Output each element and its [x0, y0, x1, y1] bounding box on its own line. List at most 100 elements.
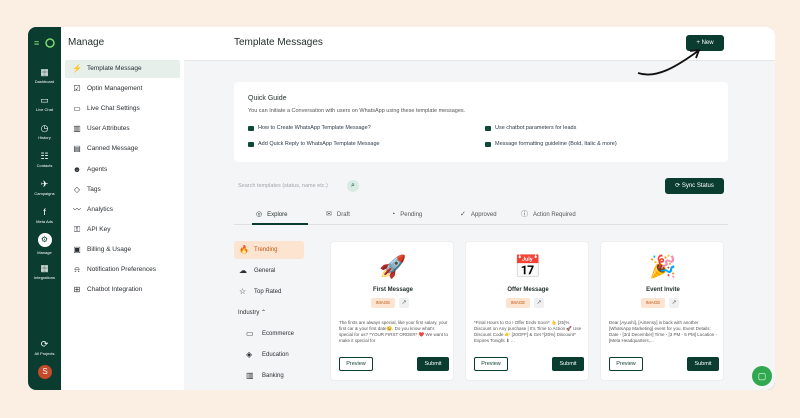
sidebar-item-notifications[interactable]: ⍾ Notification Preferences	[65, 261, 180, 279]
sidebar-title: Manage	[68, 37, 105, 48]
guide-link-create[interactable]: How to Create WhatsApp Template Message?	[248, 125, 371, 132]
type-badge: IMAGE	[371, 298, 395, 308]
sidebar-item-billing[interactable]: ▣ Billing & Usage	[65, 241, 180, 259]
ecommerce-icon: ▭	[246, 329, 254, 338]
preview-button[interactable]: Preview	[339, 357, 373, 371]
support-chat-icon[interactable]: ▢	[752, 366, 772, 386]
submit-button[interactable]: Submit	[687, 357, 719, 371]
sidebar-item-optin[interactable]: ☑ Optin Management	[65, 80, 180, 98]
template-search-input[interactable]: Search templates (status, name etc.)	[234, 178, 364, 194]
fire-icon: 🔥	[239, 245, 249, 254]
billing-icon: ▣	[73, 245, 81, 254]
preview-button[interactable]: Preview	[474, 357, 508, 371]
rail-all-projects[interactable]: ⟳ All Projects	[28, 339, 61, 356]
submit-button[interactable]: Submit	[552, 357, 584, 371]
open-icon[interactable]: ↗	[669, 298, 679, 308]
education-icon: ◈	[246, 350, 253, 359]
sidebar-item-live-chat-settings[interactable]: ▭ Live Chat Settings	[65, 100, 180, 118]
guide-link-formatting[interactable]: Message formatting guideline (Bold, Ital…	[485, 141, 617, 148]
tab-approved[interactable]: ✓ Approved	[460, 205, 497, 225]
card-body: The firsts are always special, like your…	[339, 320, 448, 343]
attributes-icon: ▥	[73, 124, 81, 133]
calendar-icon: 📅	[514, 254, 542, 279]
sidebar-item-canned-message[interactable]: ▤ Canned Message	[65, 140, 180, 158]
guide-link-chatbot-params[interactable]: Use chatbot parameters for leads	[485, 125, 576, 132]
sidebar-item-template-message[interactable]: ⚡ Template Message	[65, 60, 180, 78]
facebook-icon: f	[43, 207, 46, 217]
checkbox-icon: ☑	[73, 84, 81, 93]
search-icon[interactable]: ⌕	[347, 180, 359, 192]
rail-history[interactable]: ◷ History	[28, 123, 61, 140]
campaign-icon: ✈	[40, 179, 49, 189]
canned-icon: ▤	[73, 144, 81, 153]
tab-action-required[interactable]: ⓘ Action Required	[521, 205, 576, 225]
preview-button[interactable]: Preview	[609, 357, 643, 371]
tab-pending[interactable]: ◔ Pending	[391, 205, 422, 225]
tag-icon: ◇	[73, 185, 81, 194]
projects-icon: ⟳	[40, 339, 49, 349]
avatar[interactable]: S	[38, 365, 52, 379]
rail-campaigns[interactable]: ✈ Campaigns	[28, 179, 61, 196]
pending-icon: ◔	[391, 211, 396, 218]
rail-meta-ads[interactable]: f Meta Ads	[28, 207, 61, 224]
rail-dashboard[interactable]: ▦ Dashboard	[28, 67, 61, 84]
star-icon: ☆	[239, 287, 247, 296]
arrow-annotation-icon	[637, 48, 701, 76]
sidebar-item-user-attributes[interactable]: ▥ User Attributes	[65, 120, 180, 138]
bell-icon: ⍾	[74, 265, 80, 274]
event-banner-icon: 🎉	[649, 254, 677, 279]
agents-icon: ☻	[72, 165, 82, 174]
card-body: Dear [Ayushi], [AiSensy] is back with an…	[609, 320, 718, 343]
page-title: Template Messages	[234, 37, 323, 48]
sync-status-button[interactable]: ⟳ Sync Status	[665, 178, 724, 194]
check-icon: ✓	[460, 211, 466, 218]
sidebar-item-chatbot-integration[interactable]: ⊞ Chatbot Integration	[65, 281, 180, 299]
rocket-icon: 🚀	[379, 254, 407, 279]
category-education[interactable]: ◈ Education	[234, 346, 304, 364]
open-icon[interactable]: ↗	[534, 298, 544, 308]
icon-rail: ≡ ▦ Dashboard ▭ Live Chat ◷ History ☷ Contac…	[28, 27, 61, 390]
card-title: Event Invite	[646, 287, 680, 293]
category-banking[interactable]: ▥ Banking	[234, 367, 304, 385]
type-badge: IMAGE	[506, 298, 530, 308]
template-card[interactable]: 🚀 First Message IMAGE ↗ The firsts are a…	[330, 241, 454, 381]
sidebar-item-agents[interactable]: ☻ Agents	[65, 161, 180, 179]
dashboard-icon: ▦	[40, 67, 49, 77]
quick-guide-title: Quick Guide	[248, 95, 287, 102]
card-body: *Final Hours to Go ! Offer Ends Soon* 👆 …	[474, 320, 582, 343]
chat-icon: ▭	[40, 95, 49, 105]
plus-box-icon: ⊞	[73, 285, 81, 294]
rail-live-chat[interactable]: ▭ Live Chat	[28, 95, 61, 112]
sidebar-item-tags[interactable]: ◇ Tags	[65, 181, 180, 199]
rail-manage[interactable]: ⚙ Manage	[28, 233, 61, 255]
manage-sidebar: Manage ⚡ Template Message ☑ Optin Manageme…	[61, 27, 184, 390]
sidebar-item-analytics[interactable]: 〰 Analytics	[65, 201, 180, 219]
key-icon: ⚿	[73, 225, 81, 234]
bank-icon: ▥	[246, 371, 254, 380]
sidebar-item-api-key[interactable]: ⚿ API Key	[65, 221, 180, 239]
tab-draft[interactable]: ✉ Draft	[326, 205, 350, 225]
app-window: ≡ ▦ Dashboard ▭ Live Chat ◷ History ☷ Contac…	[28, 27, 775, 390]
svg-text:≡: ≡	[34, 38, 39, 48]
main-content: Template Messages + New Quick Guide You …	[184, 27, 775, 390]
card-title: First Message	[372, 287, 414, 293]
rail-contacts[interactable]: ☷ Contacts	[28, 151, 61, 168]
category-general[interactable]: ☁ General	[234, 262, 304, 280]
contacts-icon: ☷	[40, 151, 49, 161]
submit-button[interactable]: Submit	[417, 357, 449, 371]
template-card[interactable]: 🎉 Event Invite IMAGE ↗ Dear [Ayushi], [A…	[600, 241, 724, 381]
tab-explore[interactable]: ◎ Explore	[252, 205, 308, 225]
compass-icon: ◎	[256, 211, 263, 218]
cloud-icon: ☁	[239, 266, 247, 275]
open-icon[interactable]: ↗	[399, 298, 409, 308]
category-top-rated[interactable]: ☆ Top Rated	[234, 283, 304, 301]
category-trending[interactable]: 🔥 Trending	[234, 241, 304, 259]
guide-link-quick-reply[interactable]: Add Quick Reply to WhatsApp Template Mes…	[248, 141, 380, 148]
template-card[interactable]: 📅 Offer Message IMAGE ↗ *Final Hours to …	[465, 241, 589, 381]
rail-integrations[interactable]: ▦ Integrations	[28, 263, 61, 280]
status-tabs: ◎ Explore ✉ Draft ◔ Pending ✓ Approved ⓘ Acti…	[234, 205, 728, 225]
draft-icon: ✉	[326, 211, 332, 218]
history-icon: ◷	[40, 123, 49, 133]
category-industry-toggle[interactable]: Industry ⌃	[234, 304, 304, 322]
category-ecommerce[interactable]: ▭ Ecommerce	[234, 325, 304, 343]
